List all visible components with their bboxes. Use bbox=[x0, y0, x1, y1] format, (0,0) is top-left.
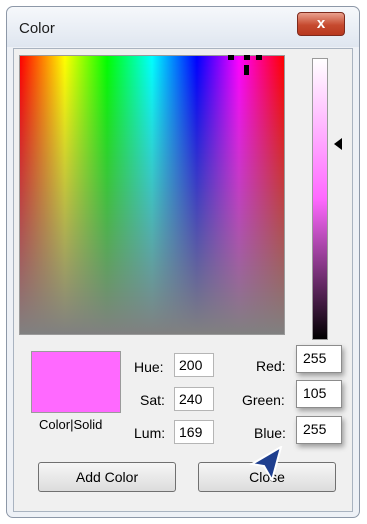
mouse-cursor-icon bbox=[249, 446, 283, 482]
blue-label: Blue: bbox=[254, 425, 286, 441]
luminosity-slider[interactable] bbox=[312, 58, 328, 340]
close-window-button[interactable]: x bbox=[297, 12, 345, 36]
color-spectrum[interactable] bbox=[19, 55, 285, 335]
lum-input[interactable]: 169 bbox=[174, 420, 214, 444]
lum-label: Lum: bbox=[134, 425, 166, 441]
hue-input[interactable]: 200 bbox=[174, 353, 214, 377]
add-color-button[interactable]: Add Color bbox=[38, 462, 176, 492]
luminosity-arrow-icon[interactable] bbox=[334, 138, 342, 150]
blue-input[interactable]: 255 bbox=[296, 416, 342, 444]
green-input[interactable]: 105 bbox=[296, 380, 342, 408]
color-swatch bbox=[31, 351, 121, 413]
green-label: Green: bbox=[242, 392, 285, 408]
color-solid-label: Color|Solid bbox=[39, 417, 103, 432]
sat-input[interactable]: 240 bbox=[174, 387, 214, 411]
crosshair-icon bbox=[228, 55, 262, 75]
title-bar: Color x bbox=[7, 7, 359, 47]
hue-label: Hue: bbox=[134, 359, 164, 375]
sat-label: Sat: bbox=[140, 392, 165, 408]
red-input[interactable]: 255 bbox=[296, 345, 342, 373]
close-icon: x bbox=[316, 15, 326, 32]
red-label: Red: bbox=[256, 358, 286, 374]
window-title: Color bbox=[19, 20, 55, 37]
